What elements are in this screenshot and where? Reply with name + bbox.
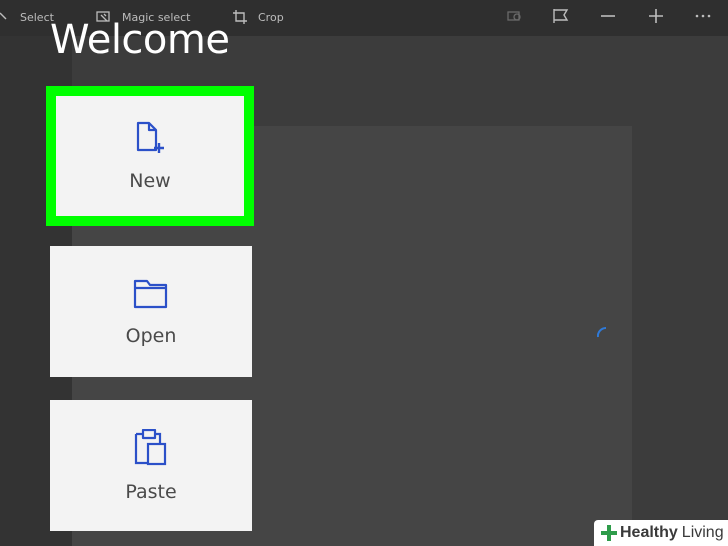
crop-tool[interactable]: Crop [232,0,284,34]
zoom-in-icon[interactable] [648,8,664,24]
crop-label: Crop [258,10,284,24]
select-icon [0,10,10,24]
paste-label: Paste [125,480,177,503]
open-label: Open [125,324,177,347]
mixed-reality-icon[interactable] [506,8,524,24]
clipboard-icon [133,428,169,471]
plus-logo-icon [600,524,618,542]
watermark-brand-bold: Healthy [620,524,678,541]
new-file-icon [134,120,166,160]
welcome-title: Welcome [50,17,230,63]
flag-icon[interactable] [552,8,570,24]
folder-icon [132,277,170,315]
new-label: New [129,170,171,192]
select-label: Select [20,10,54,24]
new-button[interactable]: New [46,86,254,226]
open-button[interactable]: Open [50,246,252,377]
crop-icon [232,9,248,25]
loading-spinner-icon [596,324,610,343]
healthy-living-watermark: Healthy Living [594,520,728,546]
watermark-brand-light: Living [681,524,724,541]
more-options-icon[interactable] [694,8,712,24]
select-tool[interactable]: Select [0,0,54,34]
zoom-out-icon[interactable] [600,8,616,24]
paste-button[interactable]: Paste [50,400,252,531]
